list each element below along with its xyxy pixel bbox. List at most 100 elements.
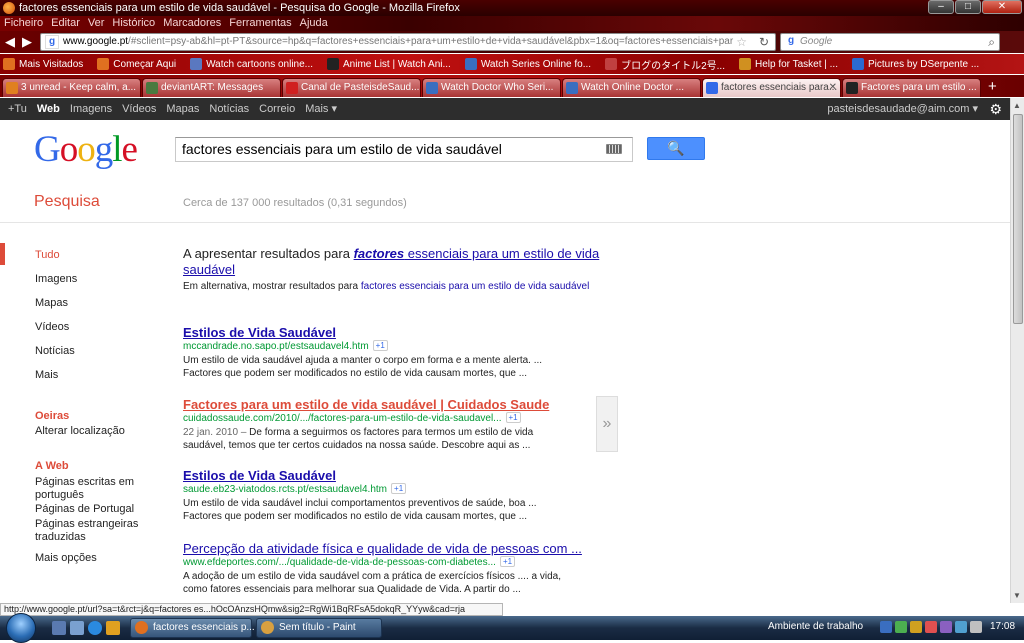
result-title-link[interactable]: Estilos de Vida Saudável (183, 325, 603, 340)
menu-item-bookmarks[interactable]: Marcadores (163, 16, 221, 31)
tray-icon[interactable] (895, 621, 907, 633)
firefox-icon (3, 2, 15, 14)
start-button[interactable] (6, 613, 36, 643)
tray-icon[interactable] (880, 621, 892, 633)
web-option-translated[interactable]: Páginas estrangeiras traduzidas (35, 518, 165, 544)
search-button[interactable]: 🔍 (647, 137, 705, 160)
gbar-link-images[interactable]: Imagens (70, 98, 112, 120)
change-location-link[interactable]: Alterar localização (35, 425, 125, 437)
bookmark-item[interactable]: Watch cartoons online... (190, 58, 313, 70)
plus-one-button[interactable]: +1 (391, 483, 407, 494)
taskbar-item-paint[interactable]: Sem título - Paint (256, 618, 382, 638)
tab-close-icon[interactable]: ✕ (829, 79, 837, 96)
account-menu[interactable]: pasteisdesaudade@aim.com ▾ (827, 98, 978, 120)
filter-more[interactable]: Mais (35, 369, 58, 381)
close-button[interactable]: ✕ (982, 0, 1022, 14)
result-snippet: 22 jan. 2010 – De forma a seguirmos os f… (183, 427, 534, 451)
gbar-link-more[interactable]: Mais ▾ (305, 98, 337, 120)
scroll-down-icon[interactable]: ▼ (1013, 591, 1021, 600)
reload-icon[interactable]: ↻ (759, 34, 769, 50)
bookmark-item[interactable]: Anime List | Watch Ani... (327, 58, 451, 70)
switch-windows-icon[interactable] (70, 621, 84, 635)
scrollbar-thumb[interactable] (1013, 114, 1023, 324)
show-desktop-icon[interactable] (52, 621, 66, 635)
back-button[interactable]: ◀ (5, 34, 15, 50)
gbar-link-news[interactable]: Notícias (209, 98, 249, 120)
gbar-link-web[interactable]: Web (37, 98, 60, 120)
browser-search-box[interactable]: g Google ⌕ (780, 33, 1000, 51)
google-logo[interactable]: Google (34, 130, 138, 170)
gbar-link-videos[interactable]: Vídeos (122, 98, 156, 120)
gbar-link-maps[interactable]: Mapas (166, 98, 199, 120)
plus-one-button[interactable]: +1 (499, 556, 516, 567)
bookmark-item[interactable]: Help for Tasket | ... (738, 58, 838, 70)
plus-one-button[interactable]: +1 (505, 412, 521, 423)
gbar-link-mail[interactable]: Correio (259, 98, 295, 120)
tray-icon[interactable] (925, 621, 937, 633)
tab[interactable]: Watch Doctor Who Seri... (422, 78, 561, 97)
search-engine-icon[interactable]: g (784, 35, 798, 49)
bookmark-star-icon[interactable]: ☆ (736, 34, 747, 50)
result-title-link[interactable]: Estilos de Vida Saudável (183, 468, 603, 483)
menu-item-tools[interactable]: Ferramentas (229, 16, 291, 31)
tab[interactable]: 3 unread - Keep calm, a... (2, 78, 141, 97)
filter-news[interactable]: Notícias (35, 345, 75, 357)
filter-all[interactable]: Tudo (35, 249, 60, 261)
tab-active[interactable]: factores essenciais para... ✕ (702, 78, 841, 97)
maximize-button[interactable]: □ (955, 0, 981, 14)
filter-videos[interactable]: Vídeos (35, 321, 69, 333)
firefox-quicklaunch-icon[interactable] (106, 621, 120, 635)
more-options-link[interactable]: Mais opções (35, 552, 97, 564)
menu-item-file[interactable]: Ficheiro (4, 16, 43, 31)
plus-one-button[interactable]: +1 (372, 340, 388, 351)
taskbar-item-firefox[interactable]: factores essenciais p... (130, 618, 255, 638)
navigation-toolbar: ◀ ▶ g www.google.pt/#sclient=psy-ab&hl=pt… (0, 31, 1024, 53)
minimize-button[interactable]: – (928, 0, 954, 14)
menu-item-view[interactable]: Ver (88, 16, 105, 31)
tab-favicon-icon (146, 82, 158, 94)
gbar-link-plus[interactable]: +Tu (8, 98, 27, 120)
result-title-link[interactable]: Factores para um estilo de vida saudável… (183, 397, 603, 412)
clock[interactable]: 17:08 (990, 621, 1015, 632)
instant-preview-button[interactable]: » (596, 396, 618, 452)
bookmark-item[interactable]: Mais Visitados (3, 58, 83, 70)
system-tray (880, 621, 985, 633)
bookmark-item[interactable]: Watch Series Online fo... (464, 58, 591, 70)
tray-icon[interactable] (910, 621, 922, 633)
web-option-portugal[interactable]: Páginas de Portugal (35, 503, 165, 516)
tab[interactable]: deviantART: Messages (142, 78, 281, 97)
result-url: www.efdeportes.com/.../qualidade-de-vida… (183, 556, 603, 570)
new-tab-icon[interactable]: + (988, 77, 997, 97)
bookmark-favicon-icon (190, 58, 203, 70)
tab-favicon-icon (6, 82, 18, 94)
menu-item-history[interactable]: Histórico (112, 16, 155, 31)
vertical-scrollbar[interactable]: ▲ ▼ (1010, 98, 1024, 603)
filter-images[interactable]: Imagens (35, 273, 77, 285)
keyboard-icon[interactable] (606, 144, 622, 154)
menu-item-help[interactable]: Ajuda (300, 16, 328, 31)
web-option-portuguese[interactable]: Páginas escritas em português (35, 476, 165, 502)
gear-icon[interactable]: ⚙ (989, 98, 1002, 120)
bookmark-item[interactable]: Começar Aqui (97, 58, 176, 70)
tab-favicon-icon (426, 82, 438, 94)
url-bar[interactable]: g www.google.pt/#sclient=psy-ab&hl=pt-PT&… (40, 33, 776, 51)
search-input[interactable]: factores essenciais para um estilo de vi… (175, 137, 633, 162)
desktop-toolbar-label[interactable]: Ambiente de trabalho (768, 621, 863, 632)
bookmark-item[interactable]: Pictures by DSerpente ... (852, 58, 979, 70)
google-bar: +Tu Web Imagens Vídeos Mapas Notícias Co… (0, 98, 1010, 120)
ie-icon[interactable] (88, 621, 102, 635)
network-icon[interactable] (955, 621, 967, 633)
menu-item-edit[interactable]: Editar (51, 16, 80, 31)
scroll-up-icon[interactable]: ▲ (1013, 101, 1021, 110)
search-icon[interactable]: ⌕ (988, 34, 995, 50)
spelling-original-link[interactable]: factores essenciais para um estilo de vi… (361, 281, 589, 292)
volume-icon[interactable] (970, 621, 982, 633)
forward-button[interactable]: ▶ (22, 34, 32, 50)
bookmark-item[interactable]: ブログのタイトル2号... (605, 57, 725, 72)
tray-icon[interactable] (940, 621, 952, 633)
result-title-link[interactable]: Percepção da atividade física e qualidad… (183, 541, 603, 556)
filter-maps[interactable]: Mapas (35, 297, 68, 309)
tab[interactable]: Watch Online Doctor ... (562, 78, 701, 97)
tab[interactable]: Canal de PasteisdeSaud... (282, 78, 421, 97)
tab[interactable]: Factores para um estilo ... (842, 78, 981, 97)
